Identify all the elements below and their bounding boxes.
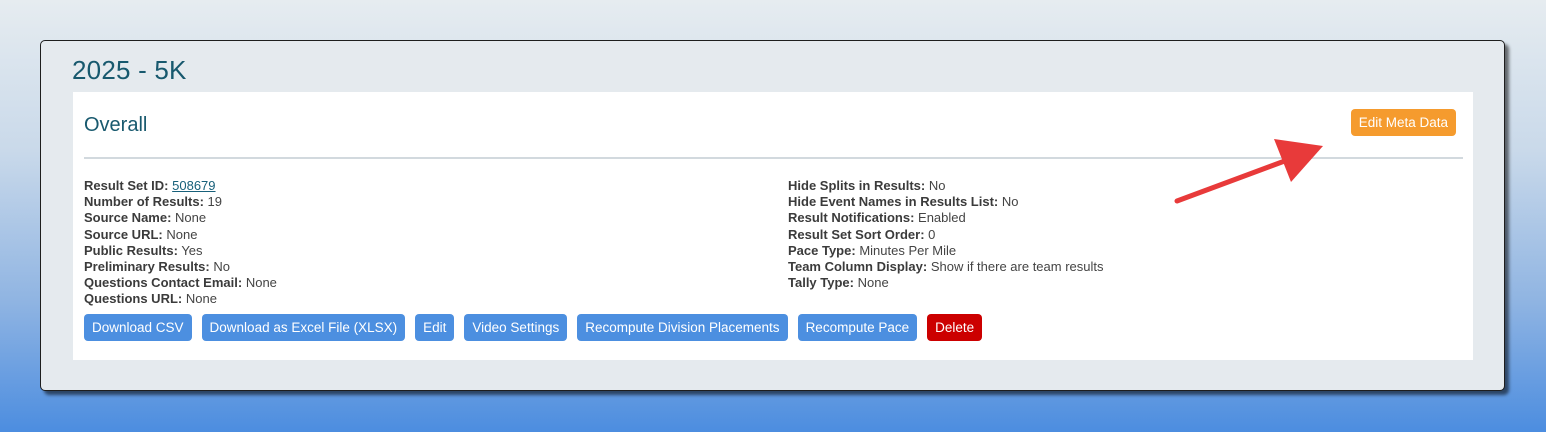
field-label: Hide Splits in Results:	[788, 178, 926, 193]
download-xlsx-button[interactable]: Download as Excel File (XLSX)	[201, 314, 406, 341]
field-label: Team Column Display:	[788, 259, 928, 275]
source-url-row: Source URL: None	[84, 227, 277, 243]
sort-order-row: Result Set Sort Order: 0	[788, 227, 1104, 243]
edit-button[interactable]: Edit	[415, 314, 455, 341]
video-settings-button[interactable]: Video Settings	[464, 314, 568, 341]
public-results-row: Public Results: Yes	[84, 243, 277, 259]
number-of-results-row: Number of Results: 19	[84, 194, 277, 210]
field-label: Result Notifications:	[788, 210, 915, 226]
download-csv-button[interactable]: Download CSV	[84, 314, 192, 341]
field-label: Questions URL:	[84, 291, 183, 307]
field-label: Source URL:	[84, 226, 163, 242]
field-value: Enabled	[918, 210, 966, 226]
result-notifications-row: Result Notifications: Enabled	[788, 210, 1104, 226]
questions-contact-email-row: Questions Contact Email: None	[84, 275, 277, 291]
result-set-title: Overall	[84, 114, 148, 136]
page-title: 2025 - 5K	[72, 55, 187, 85]
field-value: Show if there are team results	[930, 259, 1104, 275]
field-value: Minutes Per Mile	[859, 242, 957, 258]
result-set-info-left: Result Set ID: 508679 Number of Results:…	[84, 178, 277, 308]
field-label: Public Results:	[84, 242, 178, 258]
field-label: Source Name:	[84, 210, 172, 226]
source-name-row: Source Name: None	[84, 210, 277, 226]
field-value: None	[166, 226, 198, 242]
action-buttons: Download CSV Download as Excel File (XLS…	[84, 314, 983, 341]
field-label: Result Set ID:	[84, 178, 169, 193]
divider	[84, 157, 1463, 159]
hide-event-names-row: Hide Event Names in Results List: No	[788, 194, 1104, 210]
questions-url-row: Questions URL: None	[84, 291, 277, 307]
field-value: None	[185, 291, 217, 307]
field-value: Yes	[181, 242, 203, 258]
edit-meta-data-button[interactable]: Edit Meta Data	[1350, 109, 1456, 136]
preliminary-results-row: Preliminary Results: No	[84, 259, 277, 275]
field-value: No	[928, 178, 946, 193]
field-label: Preliminary Results:	[84, 259, 210, 275]
field-label: Number of Results:	[84, 194, 204, 210]
recompute-pace-button[interactable]: Recompute Pace	[797, 314, 918, 341]
team-column-display-row: Team Column Display: Show if there are t…	[788, 259, 1104, 275]
field-label: Hide Event Names in Results List:	[788, 194, 999, 210]
field-value: None	[857, 275, 889, 291]
field-value: None	[245, 275, 277, 291]
result-set-info-right: Hide Splits in Results: No Hide Event Na…	[788, 178, 1104, 291]
result-set-id-link[interactable]: 508679	[172, 178, 215, 193]
hide-splits-row: Hide Splits in Results: No	[788, 178, 1104, 194]
result-set-panel: 2025 - 5K Overall Edit Meta Data Result …	[40, 40, 1505, 391]
field-value: No	[1001, 194, 1019, 210]
field-label: Result Set Sort Order:	[788, 226, 925, 242]
field-label: Tally Type:	[788, 275, 854, 291]
tally-type-row: Tally Type: None	[788, 275, 1104, 291]
delete-button[interactable]: Delete	[927, 314, 983, 341]
field-label: Pace Type:	[788, 242, 856, 258]
pace-type-row: Pace Type: Minutes Per Mile	[788, 243, 1104, 259]
recompute-division-placements-button[interactable]: Recompute Division Placements	[577, 314, 788, 341]
field-value: 19	[207, 194, 222, 210]
field-label: Questions Contact Email:	[84, 275, 243, 291]
result-set-card: Overall Edit Meta Data Result Set ID: 50…	[73, 92, 1473, 360]
result-set-id-row: Result Set ID: 508679	[84, 178, 277, 194]
field-value: None	[175, 210, 207, 226]
field-value: 0	[928, 226, 936, 242]
field-value: No	[213, 259, 230, 275]
